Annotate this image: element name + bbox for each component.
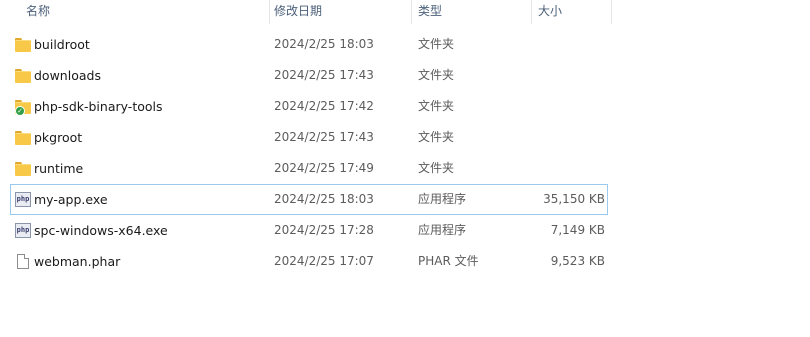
file-explorer-details-view: 名称 ^ 修改日期 类型 大小 buildroot 2024/2/25 18:0… xyxy=(0,0,810,337)
column-header-size-label: 大小 xyxy=(538,4,563,18)
file-row[interactable]: ✓ php-sdk-binary-tools 2024/2/25 17:42 文… xyxy=(10,91,608,122)
file-type: 文件夹 xyxy=(418,68,455,82)
file-type: PHAR 文件 xyxy=(418,254,479,268)
file-name: buildroot xyxy=(34,37,90,52)
file-modified: 2024/2/25 17:49 xyxy=(274,161,374,175)
file-list: buildroot 2024/2/25 18:03 文件夹 downloads … xyxy=(10,29,608,277)
file-type: 文件夹 xyxy=(418,130,455,144)
file-name: my-app.exe xyxy=(34,192,108,207)
file-size xyxy=(525,30,605,59)
file-type: 应用程序 xyxy=(418,223,467,237)
folder-synced-icon: ✓ xyxy=(15,99,31,116)
file-row[interactable]: php spc-windows-x64.exe 2024/2/25 17:28 … xyxy=(10,215,608,246)
file-modified: 2024/2/25 18:03 xyxy=(274,192,374,206)
file-row[interactable]: downloads 2024/2/25 17:43 文件夹 xyxy=(10,60,608,91)
php-exe-icon: php xyxy=(15,192,31,207)
file-icon xyxy=(15,254,31,269)
file-name: spc-windows-x64.exe xyxy=(34,223,168,238)
column-header-type[interactable]: 类型 xyxy=(412,0,532,24)
file-type: 文件夹 xyxy=(418,37,455,51)
column-header-type-label: 类型 xyxy=(418,4,443,18)
folder-icon xyxy=(15,161,31,176)
column-header-modified-label: 修改日期 xyxy=(274,4,323,18)
file-size xyxy=(525,154,605,183)
file-row[interactable]: buildroot 2024/2/25 18:03 文件夹 xyxy=(10,29,608,60)
file-size: 9,523 KB xyxy=(550,254,605,268)
file-name: pkgroot xyxy=(34,130,83,145)
file-modified: 2024/2/25 18:03 xyxy=(274,37,374,51)
column-header-bar: 名称 ^ 修改日期 类型 大小 xyxy=(0,0,612,24)
file-type: 文件夹 xyxy=(418,161,455,175)
file-name: runtime xyxy=(34,161,84,176)
file-name: downloads xyxy=(34,68,101,83)
file-size xyxy=(525,92,605,121)
file-row-focused[interactable]: php my-app.exe 2024/2/25 18:03 应用程序 35,1… xyxy=(10,184,608,215)
folder-icon xyxy=(15,68,31,83)
sync-check-icon: ✓ xyxy=(15,106,25,116)
column-header-name-label: 名称 xyxy=(26,4,51,18)
file-type: 应用程序 xyxy=(418,192,467,206)
file-row[interactable]: runtime 2024/2/25 17:49 文件夹 xyxy=(10,153,608,184)
file-size: 7,149 KB xyxy=(550,223,605,237)
file-row[interactable]: pkgroot 2024/2/25 17:43 文件夹 xyxy=(10,122,608,153)
sort-ascending-icon: ^ xyxy=(138,0,147,7)
folder-icon xyxy=(15,130,31,145)
folder-icon xyxy=(15,37,31,52)
column-header-size[interactable]: 大小 xyxy=(532,0,612,24)
file-modified: 2024/2/25 17:43 xyxy=(274,68,374,82)
file-modified: 2024/2/25 17:28 xyxy=(274,223,374,237)
file-size: 35,150 KB xyxy=(543,192,605,206)
file-name: webman.phar xyxy=(34,254,121,269)
file-modified: 2024/2/25 17:42 xyxy=(274,99,374,113)
file-name: php-sdk-binary-tools xyxy=(34,99,163,114)
file-size xyxy=(525,123,605,152)
file-modified: 2024/2/25 17:07 xyxy=(274,254,374,268)
php-exe-icon: php xyxy=(15,223,31,238)
file-row[interactable]: webman.phar 2024/2/25 17:07 PHAR 文件 9,52… xyxy=(10,246,608,277)
column-header-modified[interactable]: 修改日期 xyxy=(268,0,412,24)
file-type: 文件夹 xyxy=(418,99,455,113)
file-size xyxy=(525,61,605,90)
file-modified: 2024/2/25 17:43 xyxy=(274,130,374,144)
